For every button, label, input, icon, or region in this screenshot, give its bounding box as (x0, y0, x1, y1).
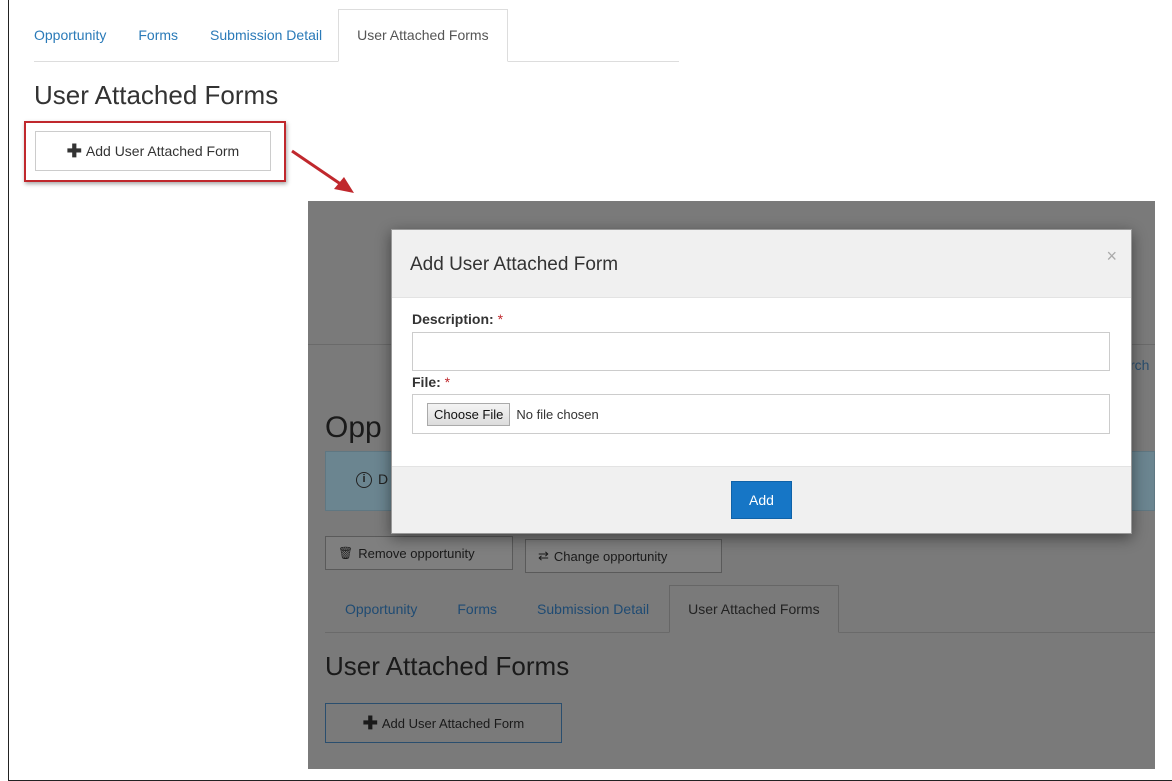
bg-tab-submission-detail[interactable]: Submission Detail (517, 601, 669, 632)
plus-icon: ✚ (362, 713, 378, 733)
file-label-text: File: (412, 374, 441, 390)
change-opportunity-button[interactable]: ⇄ Change opportunity (525, 539, 722, 573)
bg-tab-user-attached-forms[interactable]: User Attached Forms (669, 585, 839, 633)
required-mark: * (497, 311, 504, 327)
tab-bar: Opportunity Forms Submission Detail User… (34, 9, 679, 62)
bg-tab-opportunity[interactable]: Opportunity (325, 601, 437, 632)
plus-icon: ✚ (66, 141, 82, 161)
remove-opportunity-button[interactable]: 🗑 Remove opportunity (325, 536, 513, 570)
info-text: D (378, 471, 389, 487)
description-input[interactable] (412, 332, 1110, 371)
tab-user-attached-forms[interactable]: User Attached Forms (338, 9, 508, 62)
tab-opportunity[interactable]: Opportunity (34, 27, 122, 61)
modal-header: Add User Attached Form × (392, 230, 1131, 298)
background-tab-bar: Opportunity Forms Submission Detail User… (325, 584, 1155, 633)
page-title: User Attached Forms (34, 80, 279, 110)
required-mark: * (444, 374, 451, 390)
background-add-button[interactable]: ✚ Add User Attached Form (325, 703, 562, 743)
file-input: Choose File No file chosen (412, 394, 1110, 434)
add-button-label: Add User Attached Form (85, 143, 240, 159)
remove-label: Remove opportunity (358, 545, 475, 561)
add-button[interactable]: Add (731, 481, 792, 519)
tab-forms[interactable]: Forms (122, 27, 194, 61)
callout-arrow-icon (291, 149, 354, 193)
modal-body: Description: * File: * Choose File No fi… (392, 298, 1131, 468)
add-form-modal: Add User Attached Form × Description: * … (391, 229, 1132, 534)
file-label: File: * (412, 374, 450, 390)
add-user-attached-form-button[interactable]: ✚ Add User Attached Form (35, 131, 271, 171)
description-label-text: Description: (412, 311, 494, 327)
background-page-title: User Attached Forms (325, 651, 570, 681)
modal-footer: Add (392, 466, 1131, 533)
choose-file-button[interactable]: Choose File (427, 402, 511, 426)
trash-icon: 🗑 (338, 546, 354, 560)
opportunity-heading: Opp (325, 411, 382, 444)
modal-title: Add User Attached Form (410, 254, 619, 275)
no-file-text: No file chosen (516, 406, 599, 422)
close-icon[interactable]: × (1106, 246, 1117, 267)
description-label: Description: * (412, 311, 503, 327)
search-link-fragment: rch (1130, 357, 1150, 373)
background-add-label: Add User Attached Form (381, 715, 525, 731)
tab-submission-detail[interactable]: Submission Detail (194, 27, 338, 61)
bg-tab-forms[interactable]: Forms (437, 601, 517, 632)
info-icon: i (356, 472, 372, 488)
swap-icon: ⇄ (538, 548, 549, 563)
change-label: Change opportunity (553, 548, 668, 564)
